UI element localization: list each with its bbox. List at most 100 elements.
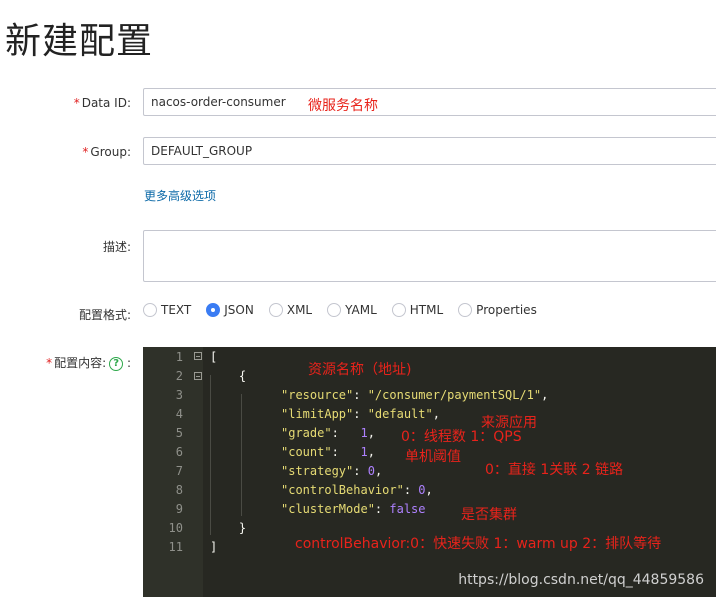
radio-circle-checked[interactable] — [206, 303, 221, 317]
resource-annotation: 资源名称（地址) — [308, 362, 412, 378]
group-label: * Group: — [82, 145, 131, 159]
code-line: "controlBehavior": 0, — [281, 483, 433, 497]
grade-annotation: 0：线程数 1：QPS — [401, 429, 522, 445]
code-punct: [ — [210, 350, 218, 364]
code-key: "clusterMode" — [281, 502, 375, 516]
code-key: "count" — [281, 445, 332, 459]
code-line: "resource": "/consumer/paymentSQL/1", — [281, 388, 548, 402]
code-line: { — [210, 369, 246, 383]
format-option-label: HTML — [409, 303, 444, 317]
code-value: 0 — [367, 464, 375, 478]
code-line: "clusterMode": false — [281, 502, 426, 516]
code-sep: : — [331, 426, 361, 440]
clustermode-annotation: 是否集群 — [461, 507, 517, 523]
line-number: 3 — [175, 388, 183, 402]
code-sep: : — [353, 407, 368, 421]
code-comma: , — [541, 388, 549, 402]
format-label: 配置格式: — [78, 308, 131, 322]
radio-circle[interactable] — [391, 303, 406, 317]
strategy-annotation: 0：直接 1关联 2 链路 — [485, 462, 624, 478]
description-label: 描述: — [102, 240, 131, 254]
data-id-label-text: Data ID: — [81, 96, 131, 110]
code-line: } — [210, 521, 246, 535]
watermark: https://blog.csdn.net/qq_44859586 — [458, 572, 704, 588]
format-option-label: JSON — [224, 303, 254, 317]
fold-toggle-icon[interactable] — [194, 352, 202, 360]
data-id-label: * Data ID: — [74, 96, 131, 110]
indent-guide — [210, 375, 211, 535]
code-sep: : — [353, 388, 368, 402]
code-sep: : — [403, 483, 419, 497]
line-number: 2 — [175, 369, 183, 383]
radio-circle[interactable] — [458, 303, 473, 317]
format-option-xml[interactable]: XML — [268, 303, 313, 317]
description-textarea[interactable] — [143, 230, 716, 282]
line-number: 6 — [175, 445, 183, 459]
fold-toggle-icon[interactable] — [194, 372, 202, 380]
format-option-label: YAML — [345, 303, 377, 317]
code-key: "resource" — [281, 388, 354, 402]
line-number: 1 — [175, 350, 183, 364]
code-comma: , — [367, 445, 375, 459]
format-radio-group: TEXT JSON XML YAML HTML Properties — [143, 303, 552, 317]
data-id-annotation: 微服务名称 — [308, 98, 378, 114]
code-key: "limitApp" — [281, 407, 354, 421]
code-key: "controlBehavior" — [281, 483, 404, 497]
format-option-properties[interactable]: Properties — [458, 303, 537, 317]
code-value: false — [389, 502, 426, 516]
code-sep: : — [331, 445, 361, 459]
required-mark: * — [46, 356, 53, 370]
code-line: "limitApp": "default", — [281, 407, 440, 421]
line-number: 10 — [168, 521, 183, 535]
format-option-label: TEXT — [161, 303, 192, 317]
page-title: 新建配置 — [5, 21, 154, 62]
code-line: [ — [210, 350, 217, 364]
format-option-label: Properties — [476, 303, 537, 317]
line-number: 4 — [175, 407, 183, 421]
code-sep: : — [374, 502, 390, 516]
radio-circle[interactable] — [143, 303, 157, 317]
code-editor[interactable]: 1 2 3 4 5 6 7 8 9 10 11[ {"resource": "/consumer/p… — [143, 347, 716, 597]
format-option-text[interactable]: TEXT — [143, 303, 191, 317]
format-option-label: XML — [286, 303, 313, 317]
code-comma: , — [425, 483, 433, 497]
data-id-input[interactable]: nacos-order-consumer — [143, 88, 716, 116]
code-value: 0 — [418, 483, 426, 497]
code-punct: { — [210, 369, 247, 383]
code-punct: } — [210, 521, 247, 535]
controlbehavior-annotation: controlBehavior:0：快速失败 1：warm up 2：排队等待 — [295, 536, 662, 552]
code-line: ] — [210, 540, 217, 554]
code-key: "strategy" — [281, 464, 354, 478]
code-line: "grade": 1, — [281, 426, 375, 440]
content-label: * 配置内容:? : — [46, 354, 131, 371]
group-input[interactable]: DEFAULT_GROUP — [143, 137, 716, 165]
code-line: "count": 1, — [281, 445, 375, 459]
format-option-json[interactable]: JSON — [206, 303, 254, 317]
code-value: "default" — [367, 407, 433, 421]
radio-circle[interactable] — [327, 303, 342, 317]
code-comma: , — [367, 426, 375, 440]
content-label-text: 配置内容: — [54, 356, 107, 370]
line-number: 7 — [175, 464, 183, 478]
count-annotation: 单机阈值 — [405, 449, 461, 465]
radio-circle[interactable] — [268, 303, 283, 317]
code-comma: , — [432, 407, 440, 421]
code-comma: , — [374, 464, 383, 478]
code-value: 1 — [360, 426, 368, 440]
format-option-yaml[interactable]: YAML — [327, 303, 377, 317]
help-icon[interactable]: ? — [109, 356, 124, 371]
line-number: 8 — [175, 483, 183, 497]
group-label-text: Group: — [90, 145, 131, 159]
indent-guide — [241, 394, 242, 516]
code-value: "/consumer/paymentSQL/1" — [367, 388, 542, 402]
code-key: "grade" — [281, 426, 332, 440]
content-label-colon: : — [126, 356, 131, 370]
format-option-html[interactable]: HTML — [391, 303, 444, 317]
line-number: 5 — [175, 426, 183, 440]
advanced-options-link[interactable]: 更多高级选项 — [144, 187, 216, 204]
line-number: 9 — [175, 502, 183, 516]
code-value: 1 — [360, 445, 368, 459]
required-mark: * — [73, 96, 80, 110]
code-sep: : — [353, 464, 368, 478]
required-mark: * — [82, 145, 89, 159]
